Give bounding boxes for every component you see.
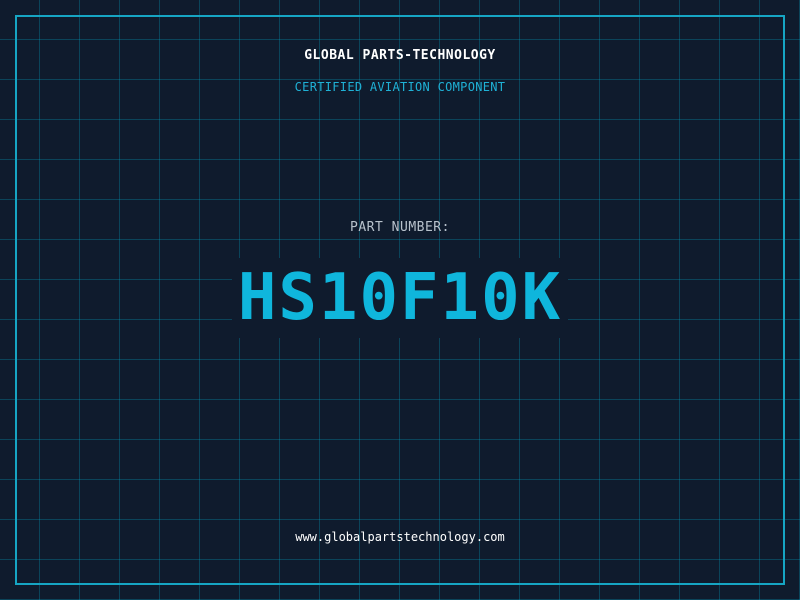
- part-number-block: HS10F10K: [0, 258, 800, 338]
- website-url: www.globalpartstechnology.com: [295, 530, 505, 544]
- part-number-value: HS10F10K: [231, 258, 569, 338]
- label-canvas: GLOBAL PARTS-TECHNOLOGY CERTIFIED AVIATI…: [0, 0, 800, 600]
- certification-subtitle: CERTIFIED AVIATION COMPONENT: [294, 80, 506, 94]
- company-name: GLOBAL PARTS-TECHNOLOGY: [304, 48, 496, 63]
- part-number-label: PART NUMBER:: [350, 220, 450, 235]
